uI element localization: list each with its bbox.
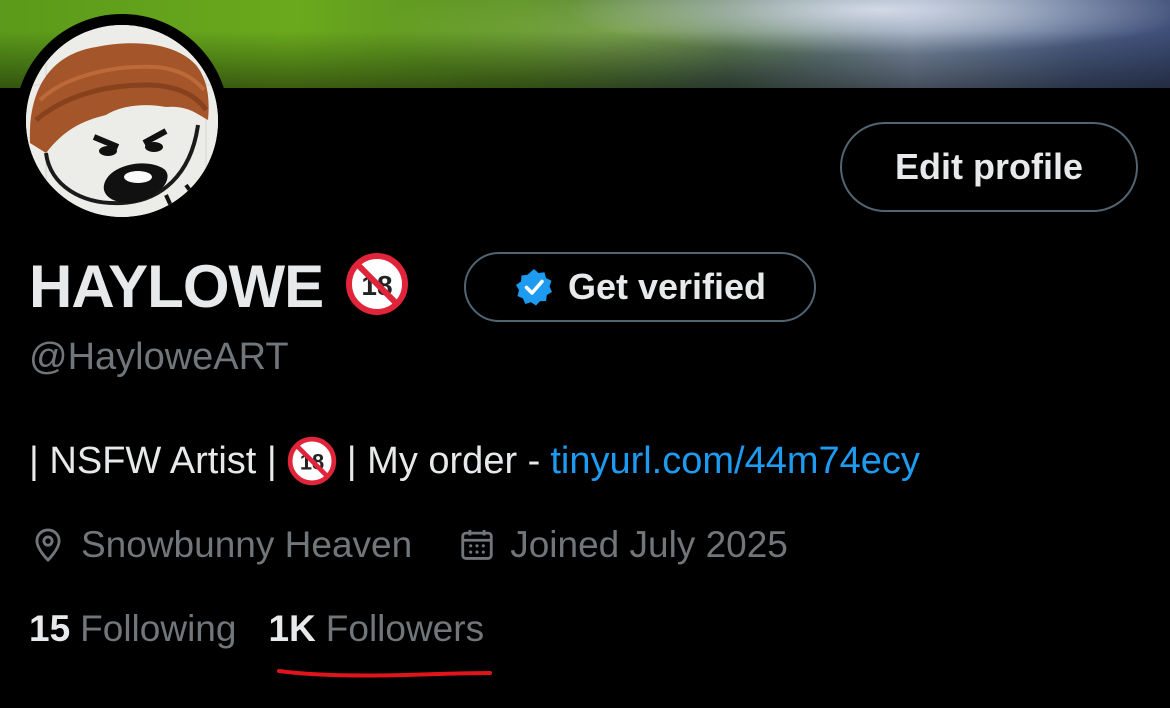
avatar-image [26,25,218,217]
joined-text: Joined July 2025 [510,524,788,565]
followers-label: Followers [325,608,485,649]
calendar-icon [461,529,493,560]
name-row: HAYLOWE 18 [29,250,409,322]
red-underline-annotation [277,669,492,678]
following-link[interactable]: 15 Following [29,608,236,650]
verified-badge-icon [515,269,552,306]
location-text: Snowbunny Heaven [81,524,413,565]
avatar-drawing [26,25,218,217]
location-pin-icon [35,528,61,563]
followers-count: 1K [268,608,316,649]
bio: | NSFW Artist | 18 | My order - tinyurl.… [29,436,920,486]
get-verified-label: Get verified [567,266,767,307]
display-name: HAYLOWE [29,252,324,320]
location: Snowbunny Heaven [29,524,412,566]
no-one-under-eighteen-icon: 18 [287,436,337,486]
bio-link[interactable]: tinyurl.com/44m74ecy [550,440,920,483]
handle: @HayloweART [29,336,289,378]
profile-stats: 15 Following 1K Followers [29,604,484,654]
edit-profile-button[interactable]: Edit profile [840,122,1138,212]
bio-text-middle: | My order - [346,439,541,482]
following-label: Following [80,608,237,649]
following-count: 15 [29,608,71,649]
no-one-under-eighteen-icon: 18 [345,252,409,321]
profile-meta: Snowbunny Heaven Joined July 2025 [29,520,788,570]
get-verified-button[interactable]: Get verified [464,252,816,322]
followers-link[interactable]: 1K Followers [268,608,484,650]
avatar[interactable] [15,14,229,228]
joined-date: Joined July 2025 [458,524,788,566]
bio-text-prefix: | NSFW Artist | [29,439,277,482]
